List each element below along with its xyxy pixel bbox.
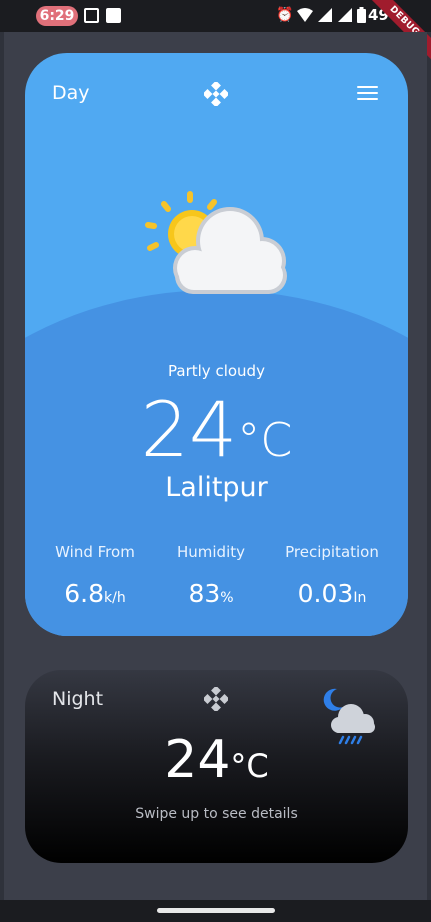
stat-humidity-unit: % (220, 590, 234, 606)
stat-wind-number: 6.8 (64, 579, 105, 608)
night-temperature-value: 24 (164, 730, 231, 790)
day-temperature-unit: °C (237, 413, 293, 467)
night-card-title: Night (52, 688, 104, 710)
stat-humidity-value: 83% (147, 579, 275, 613)
logo-icon (204, 687, 228, 711)
stat-wind: Wind From 6.8k/h (31, 541, 159, 613)
weather-condition: Partly cloudy (168, 362, 265, 380)
day-weather-card[interactable]: Day Partly cloudy 24°C Lalitpur Wind Fro… (25, 53, 408, 636)
stat-precipitation: Precipitation 0.03In (268, 541, 396, 613)
status-time: 6:29 (36, 6, 78, 26)
stat-precipitation-number: 0.03 (297, 579, 354, 608)
stat-precipitation-label: Precipitation (285, 543, 379, 561)
stat-wind-unit: k/h (104, 590, 126, 606)
swipe-hint: Swipe up to see details (135, 806, 298, 822)
stat-wind-label: Wind From (55, 543, 135, 561)
stat-precipitation-value: 0.03In (268, 579, 396, 613)
download-icon (106, 8, 121, 23)
menu-icon[interactable] (357, 86, 378, 102)
signal-icon-2 (338, 8, 352, 22)
battery-icon (357, 7, 366, 23)
alarm-icon: ⏰ (276, 7, 294, 23)
stat-humidity-number: 83 (188, 579, 221, 608)
day-card-title: Day (52, 82, 90, 104)
stat-humidity-label: Humidity (176, 543, 245, 561)
day-temperature-value: 24 (140, 385, 238, 474)
night-temperature-unit: °C (230, 747, 269, 785)
signal-icon-1 (318, 8, 332, 22)
wifi-icon (297, 8, 313, 22)
home-indicator[interactable] (157, 908, 275, 913)
city-name: Lalitpur (165, 472, 268, 503)
logo-icon (204, 82, 228, 106)
status-bar: 6:29 ⏰ 49% DEBUG (0, 0, 431, 66)
stat-precipitation-unit: In (353, 590, 367, 606)
night-weather-card[interactable]: Night 24°C Swipe up to see details (25, 670, 408, 863)
partly-cloudy-sun-icon (145, 191, 287, 294)
day-temperature: 24°C (25, 390, 408, 480)
stat-wind-value: 6.8k/h (31, 579, 159, 613)
navigation-bar (0, 900, 431, 922)
notification-icon (84, 8, 99, 23)
night-temperature: 24°C (25, 730, 408, 796)
stat-humidity: Humidity 83% (147, 541, 275, 613)
